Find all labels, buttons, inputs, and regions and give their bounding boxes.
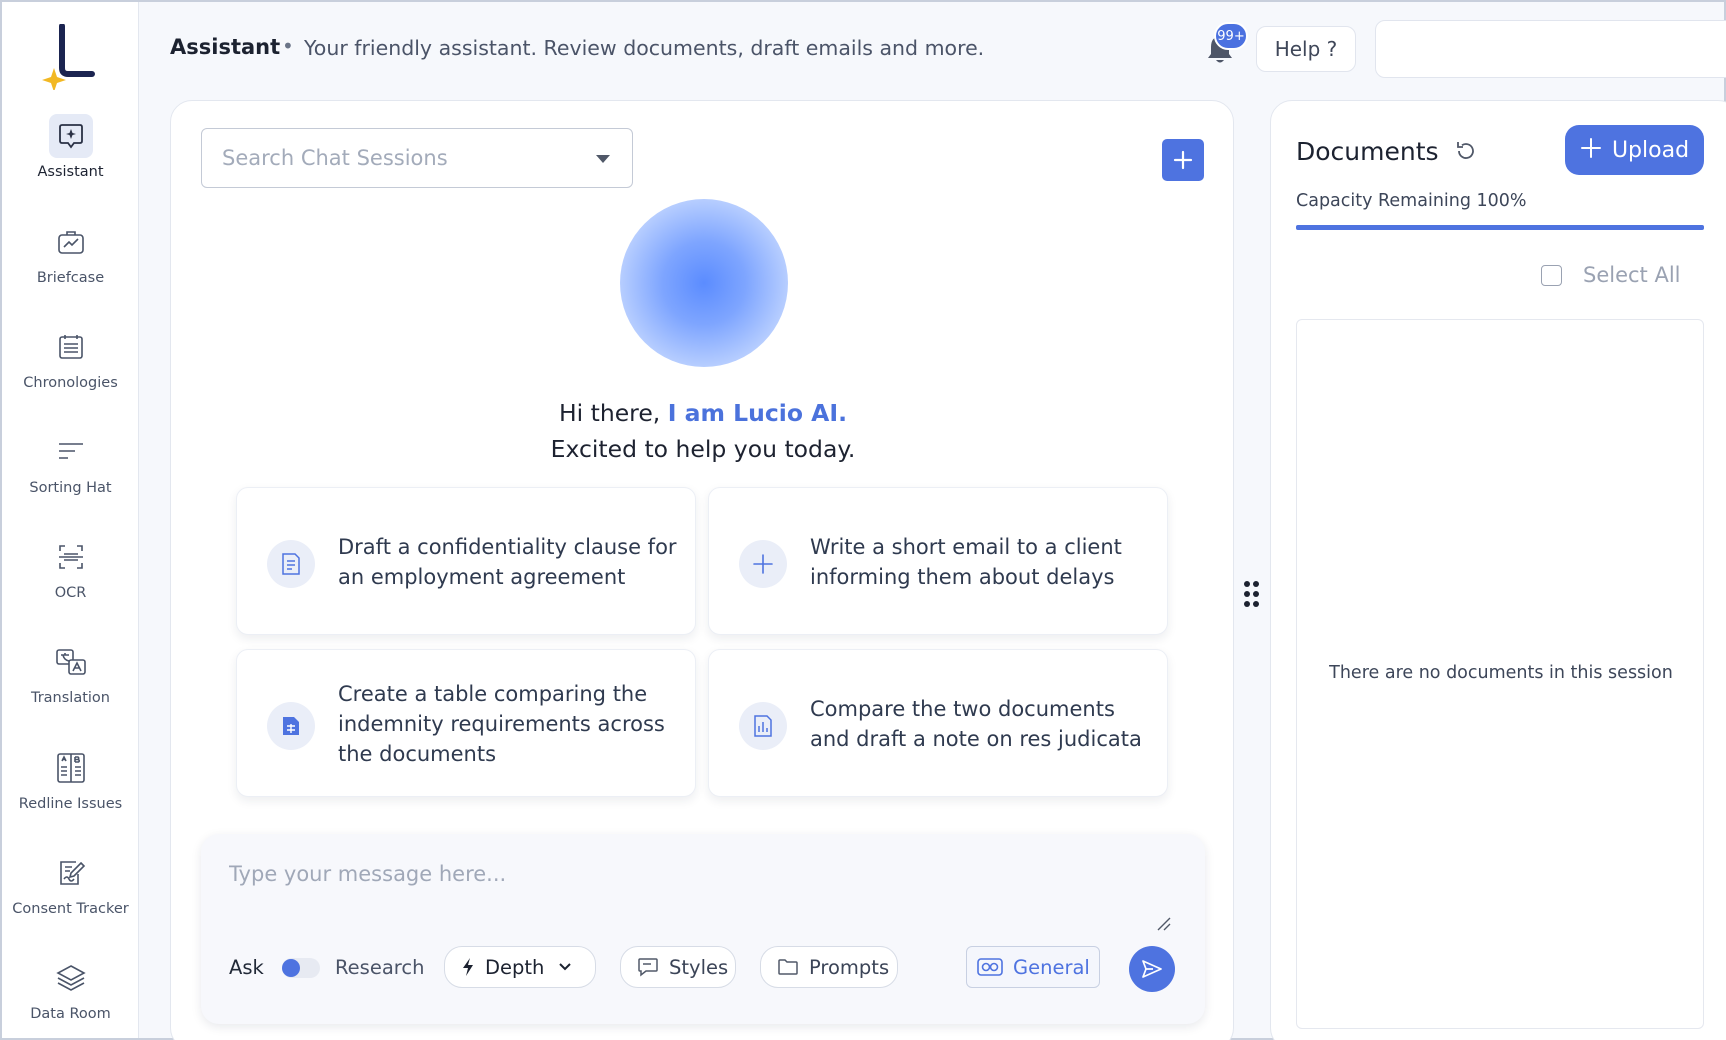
mode-research-label: Research (335, 956, 425, 979)
prompts-label: Prompts (809, 955, 890, 979)
page-title: Assistant (170, 35, 281, 59)
suggestion-card[interactable]: Compare the two documents and draft a no… (708, 649, 1168, 797)
sidebar-item-data-room[interactable]: Data Room (2, 948, 139, 1040)
greeting-line-2: Excited to help you today. (550, 435, 856, 463)
document-lines-icon (267, 540, 315, 588)
folder-icon (777, 958, 799, 976)
suggestion-card[interactable]: Create a table comparing the indemnity r… (236, 649, 696, 797)
capacity-label: Capacity Remaining 100% (1296, 191, 1527, 211)
greeting-line-1: Hi there, I am Lucio AI. (171, 399, 1235, 427)
sidebar-item-consent-tracker[interactable]: Consent Tracker (2, 843, 139, 939)
sidebar-item-chronologies[interactable]: Chronologies (2, 317, 139, 413)
header-separator: • (282, 34, 294, 58)
sidebar-item-label: OCR (54, 585, 87, 601)
sidebar-item-sorting-hat[interactable]: Sorting Hat (2, 422, 139, 518)
plus-icon (1580, 136, 1602, 164)
select-all-control[interactable]: Select All (1541, 263, 1681, 287)
toggle-knob (282, 959, 300, 977)
documents-list: There are no documents in this session (1296, 319, 1704, 1029)
panel-resize-handle[interactable] (1243, 580, 1261, 608)
chat-style-icon (637, 957, 659, 977)
suggestion-text: Create a table comparing the indemnity r… (338, 682, 665, 766)
lucio-logo[interactable] (40, 23, 96, 92)
message-input[interactable] (229, 862, 1129, 922)
search-input[interactable] (222, 143, 582, 173)
notification-badge: 99+ (1214, 22, 1248, 50)
edit-document-icon (49, 851, 93, 895)
translate-icon (49, 640, 93, 684)
chat-session-search[interactable] (201, 128, 633, 188)
sort-lines-icon (49, 430, 93, 474)
message-composer: Ask Research Depth Styles (201, 834, 1205, 1024)
drag-dots-icon (1244, 581, 1259, 607)
file-table-icon (267, 702, 315, 750)
prompts-button[interactable]: Prompts (760, 946, 898, 988)
mode-ask-label: Ask (229, 956, 264, 979)
sidebar-item-redline-issues[interactable]: Redline Issues (2, 738, 139, 834)
suggestion-text: Compare the two documents and draft a no… (810, 697, 1142, 751)
sidebar-item-translation[interactable]: Translation (2, 632, 139, 728)
sidebar-item-briefcase[interactable]: Briefcase (2, 212, 139, 308)
sidebar-item-label: Briefcase (36, 270, 105, 286)
assistant-name: I am Lucio AI. (667, 399, 848, 427)
upload-label: Upload (1611, 137, 1690, 163)
styles-button[interactable]: Styles (620, 946, 736, 988)
upload-button[interactable]: Upload (1565, 125, 1704, 175)
compare-columns-icon (49, 746, 93, 790)
scan-document-icon (49, 535, 93, 579)
greeting-prefix: Hi there, (558, 399, 668, 427)
sidebar-item-label: Sorting Hat (29, 480, 112, 496)
suggestion-card[interactable]: Write a short email to a client informin… (708, 487, 1168, 635)
page-subtitle: Your friendly assistant. Review document… (304, 36, 985, 60)
lightning-icon (461, 957, 475, 977)
documents-panel: Documents Upload Capacity Remaining 100%… (1270, 100, 1726, 1040)
refresh-icon[interactable] (1454, 139, 1478, 163)
general-mode-button[interactable]: General (966, 946, 1100, 988)
chat-panel: Hi there, I am Lucio AI. Excited to help… (170, 100, 1234, 1040)
list-calendar-icon (49, 325, 93, 369)
sidebar-item-label: Redline Issues (18, 796, 123, 812)
sidebar-item-label: Chronologies (23, 375, 118, 391)
sidebar-item-ocr[interactable]: OCR (2, 527, 139, 623)
resize-handle-icon[interactable] (1156, 916, 1172, 932)
general-label: General (1013, 955, 1090, 979)
select-all-checkbox[interactable] (1541, 264, 1562, 286)
sidebar-item-label: Consent Tracker (12, 901, 129, 917)
chevron-down-icon[interactable] (596, 155, 610, 163)
depth-label: Depth (485, 955, 545, 979)
suggestion-text: Draft a confidentiality clause for an em… (338, 535, 677, 589)
empty-state-message: There are no documents in this session (1329, 663, 1673, 683)
suggestion-text: Write a short email to a client informin… (810, 535, 1122, 589)
briefcase-icon (49, 220, 93, 264)
assistant-sparkle-icon (48, 114, 93, 158)
plus-icon (1173, 150, 1193, 170)
styles-label: Styles (669, 955, 729, 979)
general-mode-icon (977, 957, 1003, 977)
file-chart-icon (739, 702, 787, 750)
plus-icon (739, 540, 787, 588)
stack-layers-icon (49, 956, 93, 1000)
help-button[interactable]: Help ? (1256, 26, 1356, 72)
select-all-label: Select All (1583, 263, 1681, 287)
capacity-bar (1296, 225, 1704, 230)
sidebar-item-label: Translation (30, 690, 110, 706)
depth-dropdown[interactable]: Depth (444, 946, 596, 988)
new-chat-button[interactable] (1162, 139, 1204, 181)
assistant-orb (620, 199, 788, 367)
capacity-bar-fill (1296, 225, 1704, 230)
chevron-down-icon (558, 962, 572, 972)
suggestion-card[interactable]: Draft a confidentiality clause for an em… (236, 487, 696, 635)
send-button[interactable] (1129, 946, 1175, 992)
documents-title: Documents (1296, 137, 1439, 166)
sidebar: Assistant Briefcase Chronologies Sorting… (2, 2, 139, 1038)
user-menu-box[interactable] (1375, 20, 1726, 78)
sidebar-item-assistant[interactable]: Assistant (2, 106, 139, 202)
sidebar-item-label: Data Room (30, 1006, 111, 1022)
sidebar-item-label: Assistant (37, 164, 104, 180)
mode-toggle[interactable] (282, 958, 320, 978)
send-icon (1142, 960, 1162, 978)
